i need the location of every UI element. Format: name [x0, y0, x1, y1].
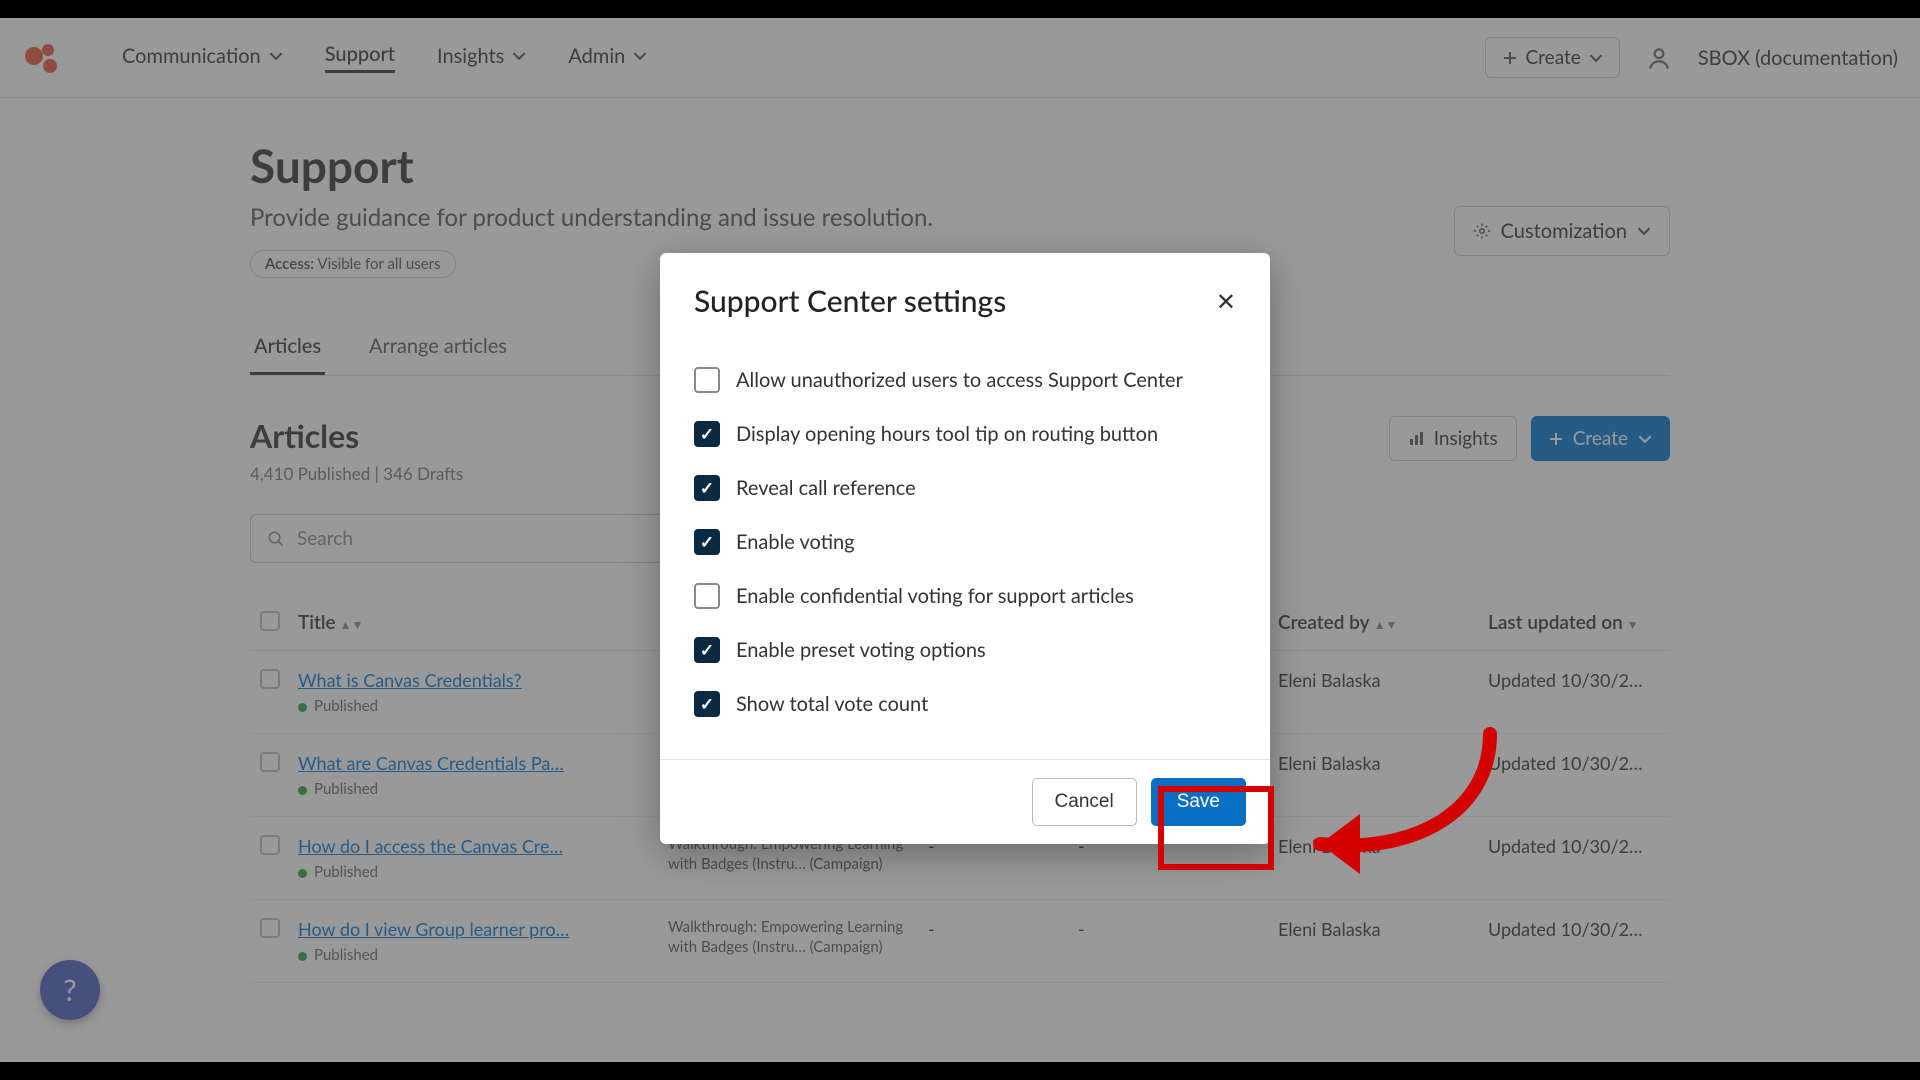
settings-option[interactable]: Enable voting: [694, 515, 1236, 569]
settings-option[interactable]: Allow unauthorized users to access Suppo…: [694, 353, 1236, 407]
option-label: Allow unauthorized users to access Suppo…: [736, 368, 1183, 392]
modal-title: Support Center settings: [694, 283, 1006, 319]
checkbox[interactable]: [694, 367, 720, 393]
app-stage: Communication Support Insights Admin Cre…: [0, 18, 1920, 1062]
save-button[interactable]: Save: [1151, 778, 1246, 826]
settings-option[interactable]: Enable confidential voting for support a…: [694, 569, 1236, 623]
option-label: Show total vote count: [736, 692, 928, 716]
checkbox[interactable]: [694, 529, 720, 555]
close-icon[interactable]: ✕: [1216, 287, 1236, 316]
option-label: Enable preset voting options: [736, 638, 986, 662]
option-label: Enable confidential voting for support a…: [736, 584, 1134, 608]
settings-option[interactable]: Reveal call reference: [694, 461, 1236, 515]
settings-option[interactable]: Display opening hours tool tip on routin…: [694, 407, 1236, 461]
checkbox[interactable]: [694, 583, 720, 609]
settings-option[interactable]: Enable preset voting options: [694, 623, 1236, 677]
checkbox[interactable]: [694, 421, 720, 447]
cancel-button[interactable]: Cancel: [1032, 778, 1137, 826]
checkbox[interactable]: [694, 637, 720, 663]
option-label: Display opening hours tool tip on routin…: [736, 422, 1158, 446]
checkbox[interactable]: [694, 691, 720, 717]
settings-option[interactable]: Show total vote count: [694, 677, 1236, 731]
settings-modal: Support Center settings ✕ Allow unauthor…: [660, 253, 1270, 844]
option-label: Reveal call reference: [736, 476, 916, 500]
checkbox[interactable]: [694, 475, 720, 501]
option-label: Enable voting: [736, 530, 855, 554]
